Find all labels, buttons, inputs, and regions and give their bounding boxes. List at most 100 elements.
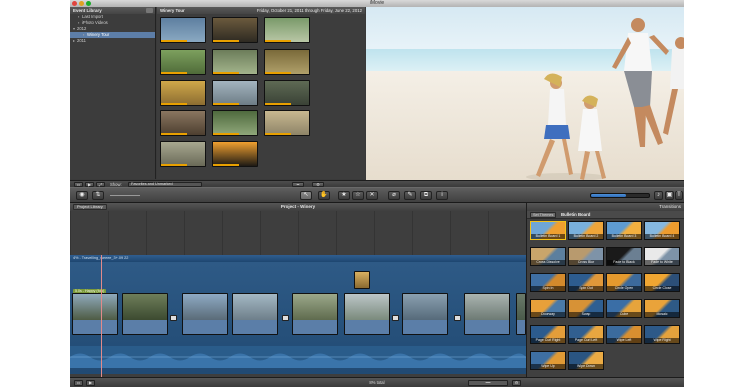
transition-thumbnail[interactable]: Mosaic bbox=[644, 299, 680, 318]
event-tree-label: iPhoto Videos bbox=[82, 20, 108, 25]
event-clip-thumbnail[interactable] bbox=[160, 17, 206, 43]
favorite-range-bar bbox=[265, 72, 292, 74]
transition-thumbnail[interactable]: Page Curl Right bbox=[530, 325, 566, 344]
favorite-range-bar bbox=[213, 40, 240, 42]
transition-label: Swap bbox=[569, 312, 603, 317]
project-clip[interactable] bbox=[182, 293, 228, 335]
project-header: Project Library Project - Winery bbox=[70, 203, 526, 211]
transition-thumbnail[interactable]: Cross Blur bbox=[568, 247, 604, 266]
arrow-icon[interactable]: ↖ bbox=[300, 191, 312, 200]
camera-import-icon[interactable]: ◉ bbox=[76, 191, 88, 200]
transition-thumbnail[interactable]: Cube bbox=[606, 299, 642, 318]
event-clip-thumbnail[interactable] bbox=[212, 49, 258, 75]
titles-browser-icon[interactable]: T bbox=[675, 191, 683, 200]
transition-thumbnail[interactable]: Fade to Black bbox=[606, 247, 642, 266]
audio-waveform[interactable] bbox=[70, 346, 526, 368]
transition-thumbnail[interactable]: Bulletin Board 4 bbox=[644, 221, 680, 240]
event-clip-thumbnail[interactable] bbox=[160, 49, 206, 75]
voiceover-mic-icon[interactable]: ⌀ bbox=[388, 191, 400, 200]
transition-marker-icon[interactable] bbox=[454, 315, 461, 321]
event-clip-thumbnail[interactable] bbox=[264, 17, 310, 43]
zoom-slider-track[interactable] bbox=[590, 193, 650, 198]
transition-thumbnail[interactable]: Swap bbox=[568, 299, 604, 318]
background-audio-track[interactable]: 4% - Travelling_weeee_3+.09 22 bbox=[70, 255, 526, 262]
transition-thumbnail[interactable]: Fade to White bbox=[644, 247, 680, 266]
event-clip-thumbnail[interactable] bbox=[160, 141, 206, 167]
transition-thumbnail[interactable]: Spin Out bbox=[568, 273, 604, 292]
transition-thumbnail[interactable]: Page Curl Left bbox=[568, 325, 604, 344]
zoom-button[interactable] bbox=[86, 1, 91, 6]
event-clip-thumbnail[interactable] bbox=[160, 110, 206, 136]
event-clip-thumbnail[interactable] bbox=[212, 80, 258, 106]
event-clip-thumbnail[interactable] bbox=[212, 141, 258, 167]
transition-thumbnail[interactable]: Wipe Left bbox=[606, 325, 642, 344]
project-total-label: 8% total bbox=[369, 380, 385, 385]
transition-label: Wipe Left bbox=[607, 338, 641, 343]
event-clip-thumbnail[interactable] bbox=[264, 110, 310, 136]
adjust-wrench-icon[interactable]: ✎ bbox=[404, 191, 416, 200]
transition-marker-icon[interactable] bbox=[282, 315, 289, 321]
playhead[interactable] bbox=[101, 255, 102, 385]
project-clip[interactable] bbox=[292, 293, 338, 335]
event-browser-header: Winery Tour Friday, October 21, 2011 thr… bbox=[157, 7, 365, 14]
transition-thumbnail[interactable]: Bulletin Board 1 bbox=[530, 221, 566, 240]
project-clip[interactable] bbox=[516, 293, 526, 335]
project-clip[interactable] bbox=[464, 293, 510, 335]
transition-thumbnail[interactable]: Circle Close bbox=[644, 273, 680, 292]
favorite-range-bar bbox=[213, 72, 240, 74]
swap-panes-icon[interactable]: ⇅ bbox=[92, 191, 104, 200]
transitions-title: Transitions bbox=[659, 204, 681, 209]
event-clip-thumbnail[interactable] bbox=[160, 80, 206, 106]
minimize-button[interactable] bbox=[79, 1, 84, 6]
event-clip-thumbnail[interactable] bbox=[264, 49, 310, 75]
music-browser-icon[interactable]: ♪ bbox=[654, 191, 663, 200]
hand-icon[interactable]: ✋ bbox=[318, 191, 330, 200]
clip-audio-band bbox=[123, 320, 167, 334]
transition-marker-icon[interactable] bbox=[392, 315, 399, 321]
event-clip-thumbnail[interactable] bbox=[212, 17, 258, 43]
favorite-star-icon[interactable]: ★ bbox=[338, 191, 350, 200]
clip-frame bbox=[517, 294, 525, 320]
unmark-star-icon[interactable]: ☆ bbox=[352, 191, 364, 200]
crop-icon[interactable]: ⧉ bbox=[420, 191, 432, 200]
event-name: Winery Tour bbox=[160, 8, 185, 13]
clip-audio-band bbox=[183, 320, 227, 334]
event-tree-label: Last Import bbox=[82, 14, 103, 19]
event-tree-item[interactable]: ▸ 2011 bbox=[70, 38, 155, 44]
favorite-range-bar bbox=[161, 72, 188, 74]
event-library-pane: Event Library ▪ Last Import ▪ iPhoto Videos… bbox=[70, 7, 156, 179]
close-button[interactable] bbox=[72, 1, 77, 6]
clip-frame bbox=[345, 294, 389, 320]
transition-marker-icon[interactable] bbox=[170, 315, 177, 321]
transition-thumbnail[interactable]: Wipe Right bbox=[644, 325, 680, 344]
project-clip[interactable] bbox=[402, 293, 448, 335]
set-themes-button[interactable]: Set Themes bbox=[530, 212, 557, 218]
inspector-info-icon[interactable]: i bbox=[436, 191, 448, 200]
zoom-slider-fill bbox=[591, 194, 626, 197]
project-clip[interactable] bbox=[232, 293, 278, 335]
project-clip[interactable] bbox=[344, 293, 390, 335]
cutaway-clip[interactable] bbox=[354, 271, 370, 289]
volume-slider[interactable] bbox=[110, 195, 140, 196]
reject-x-icon[interactable]: ✕ bbox=[366, 191, 378, 200]
main-toolbar: ◉ ⇅ ↖ ✋ ★ ☆ ✕ ⌀ ✎ ⧉ i ♪ ▣ T bbox=[70, 187, 684, 203]
clip-frame bbox=[403, 294, 447, 320]
transition-thumbnail[interactable]: Wipe Down bbox=[568, 351, 604, 370]
photos-browser-icon[interactable]: ▣ bbox=[665, 191, 674, 200]
transition-thumbnail[interactable]: Wipe Up bbox=[530, 351, 566, 370]
transition-label: Bulletin Board 4 bbox=[645, 234, 679, 239]
project-clip[interactable] bbox=[72, 293, 118, 335]
event-clip-thumbnail[interactable] bbox=[264, 80, 310, 106]
transition-thumbnail[interactable]: Doorway bbox=[530, 299, 566, 318]
favorite-range-bar bbox=[213, 103, 240, 105]
project-options-button[interactable]: ⚙ bbox=[512, 380, 521, 386]
transition-thumbnail[interactable]: Cross Dissolve bbox=[530, 247, 566, 266]
clip-size-slider[interactable]: ━━ bbox=[468, 380, 508, 386]
transition-thumbnail[interactable]: Bulletin Board 3 bbox=[606, 221, 642, 240]
transition-thumbnail[interactable]: Spin In bbox=[530, 273, 566, 292]
project-clip[interactable] bbox=[122, 293, 168, 335]
transition-thumbnail[interactable]: Bulletin Board 2 bbox=[568, 221, 604, 240]
transition-thumbnail[interactable]: Circle Open bbox=[606, 273, 642, 292]
library-options-button[interactable] bbox=[146, 8, 153, 13]
event-clip-thumbnail[interactable] bbox=[212, 110, 258, 136]
